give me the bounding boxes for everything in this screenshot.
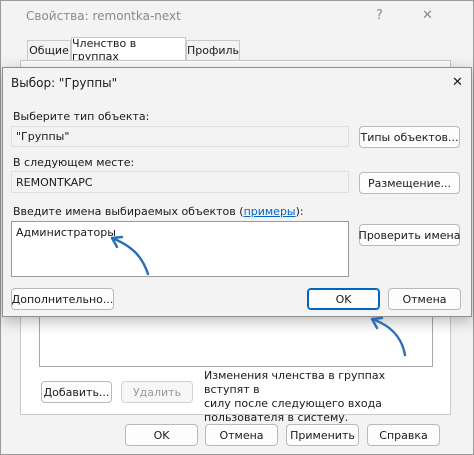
arrow-to-ok-icon (370, 317, 407, 357)
arrow-to-names-icon (110, 236, 150, 276)
annotation-arrows (110, 235, 407, 357)
